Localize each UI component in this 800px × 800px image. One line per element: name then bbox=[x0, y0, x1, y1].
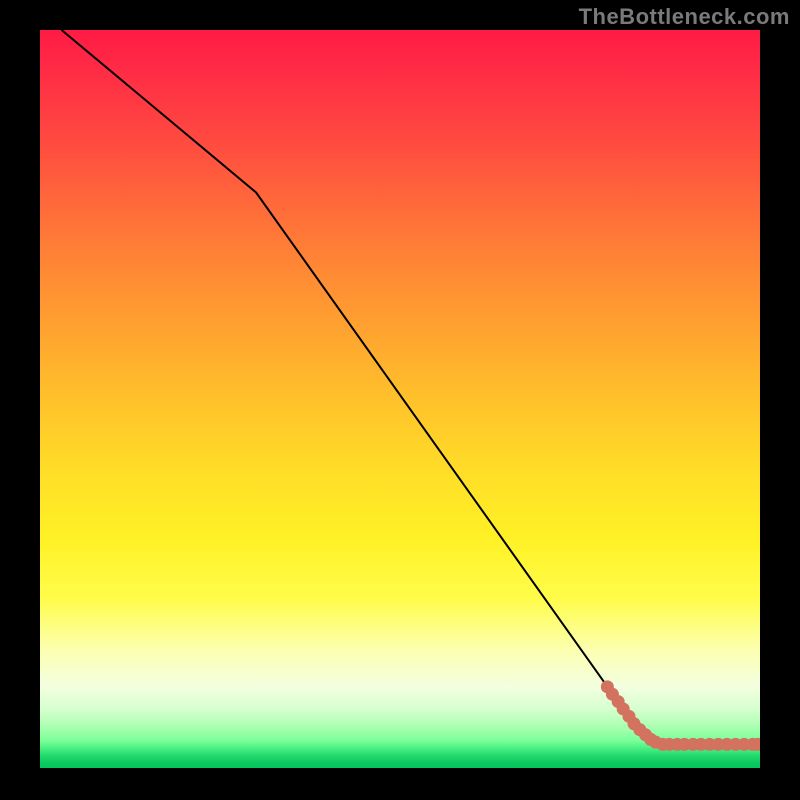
watermark-text: TheBottleneck.com bbox=[579, 4, 790, 30]
chart-frame: TheBottleneck.com bbox=[0, 0, 800, 800]
plot-background bbox=[40, 30, 760, 768]
